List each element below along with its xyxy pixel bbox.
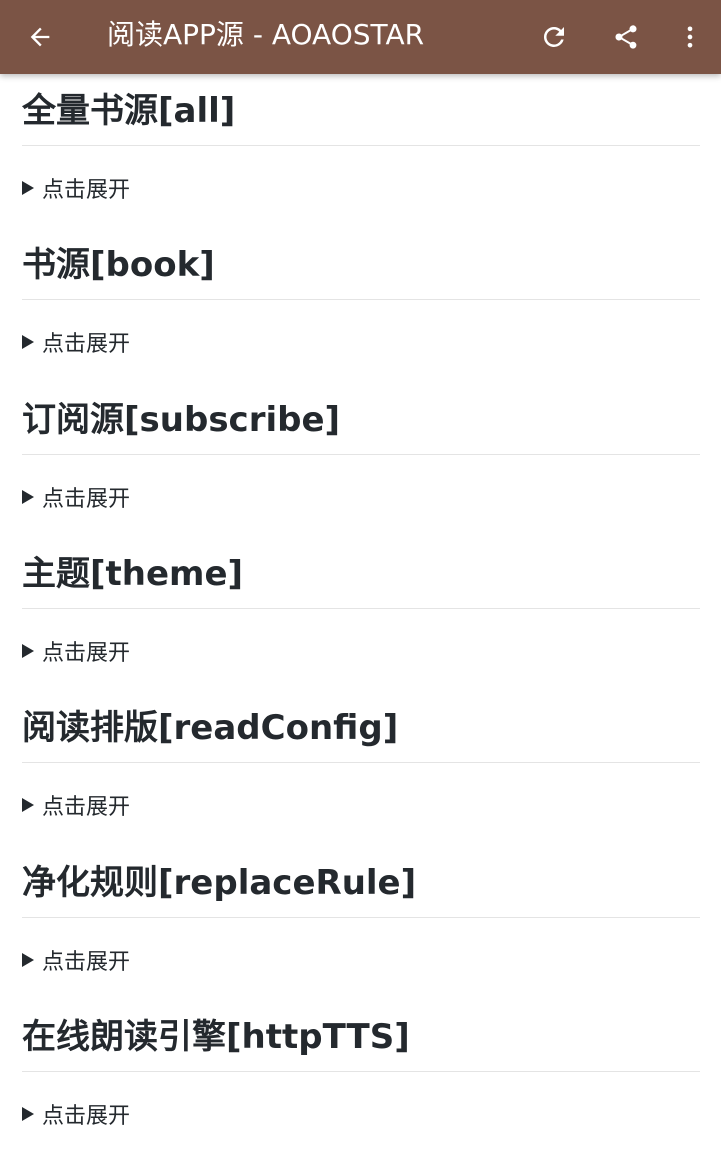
triangle-right-icon <box>22 1107 34 1122</box>
expand-toggle[interactable]: 点击展开 <box>22 172 700 204</box>
expand-label: 点击展开 <box>42 795 131 821</box>
back-button[interactable] <box>16 13 64 61</box>
section-all: 全量书源[all] 点击展开 <box>22 91 700 204</box>
expand-toggle[interactable]: 点击展开 <box>22 1098 700 1130</box>
section-heading: 书源[book] <box>22 245 700 301</box>
section-replace-rule: 净化规则[replaceRule] 点击展开 <box>22 863 700 976</box>
expand-label: 点击展开 <box>42 332 131 358</box>
section-heading: 阅读排版[readConfig] <box>22 708 700 764</box>
more-options-button[interactable] <box>666 13 714 61</box>
triangle-right-icon <box>22 953 34 968</box>
share-icon <box>615 25 637 49</box>
triangle-right-icon <box>22 181 34 196</box>
expand-label: 点击展开 <box>42 641 131 667</box>
triangle-right-icon <box>22 335 34 350</box>
source-list: 全量书源[all] 点击展开 书源[book] 点击展开 订阅源[subscri… <box>0 74 721 1165</box>
expand-label: 点击展开 <box>42 1104 131 1130</box>
app-bar: 阅读APP源 - AOAOSTAR <box>0 0 721 74</box>
section-subscribe: 订阅源[subscribe] 点击展开 <box>22 400 700 513</box>
triangle-right-icon <box>22 798 34 813</box>
section-heading: 主题[theme] <box>22 554 700 610</box>
section-heading: 订阅源[subscribe] <box>22 400 700 456</box>
expand-label: 点击展开 <box>42 950 131 976</box>
section-theme: 主题[theme] 点击展开 <box>22 554 700 667</box>
triangle-right-icon <box>22 490 34 505</box>
refresh-button[interactable] <box>530 13 578 61</box>
expand-toggle[interactable]: 点击展开 <box>22 944 700 976</box>
expand-toggle[interactable]: 点击展开 <box>22 635 700 667</box>
expand-label: 点击展开 <box>42 178 131 204</box>
section-heading: 在线朗读引擎[httpTTS] <box>22 1017 700 1073</box>
expand-toggle[interactable]: 点击展开 <box>22 789 700 821</box>
expand-toggle[interactable]: 点击展开 <box>22 326 700 358</box>
expand-toggle[interactable]: 点击展开 <box>22 481 700 513</box>
expand-label: 点击展开 <box>42 487 131 513</box>
page-title: 阅读APP源 - AOAOSTAR <box>107 18 425 51</box>
section-book: 书源[book] 点击展开 <box>22 245 700 358</box>
triangle-right-icon <box>22 644 34 659</box>
section-heading: 全量书源[all] <box>22 91 700 147</box>
arrow-left-icon <box>30 27 50 47</box>
section-http-tts: 在线朗读引擎[httpTTS] 点击展开 <box>22 1017 700 1130</box>
share-button[interactable] <box>602 13 650 61</box>
section-read-config: 阅读排版[readConfig] 点击展开 <box>22 708 700 821</box>
refresh-icon <box>543 26 564 47</box>
section-heading: 净化规则[replaceRule] <box>22 863 700 919</box>
more-vert-icon <box>687 26 693 48</box>
